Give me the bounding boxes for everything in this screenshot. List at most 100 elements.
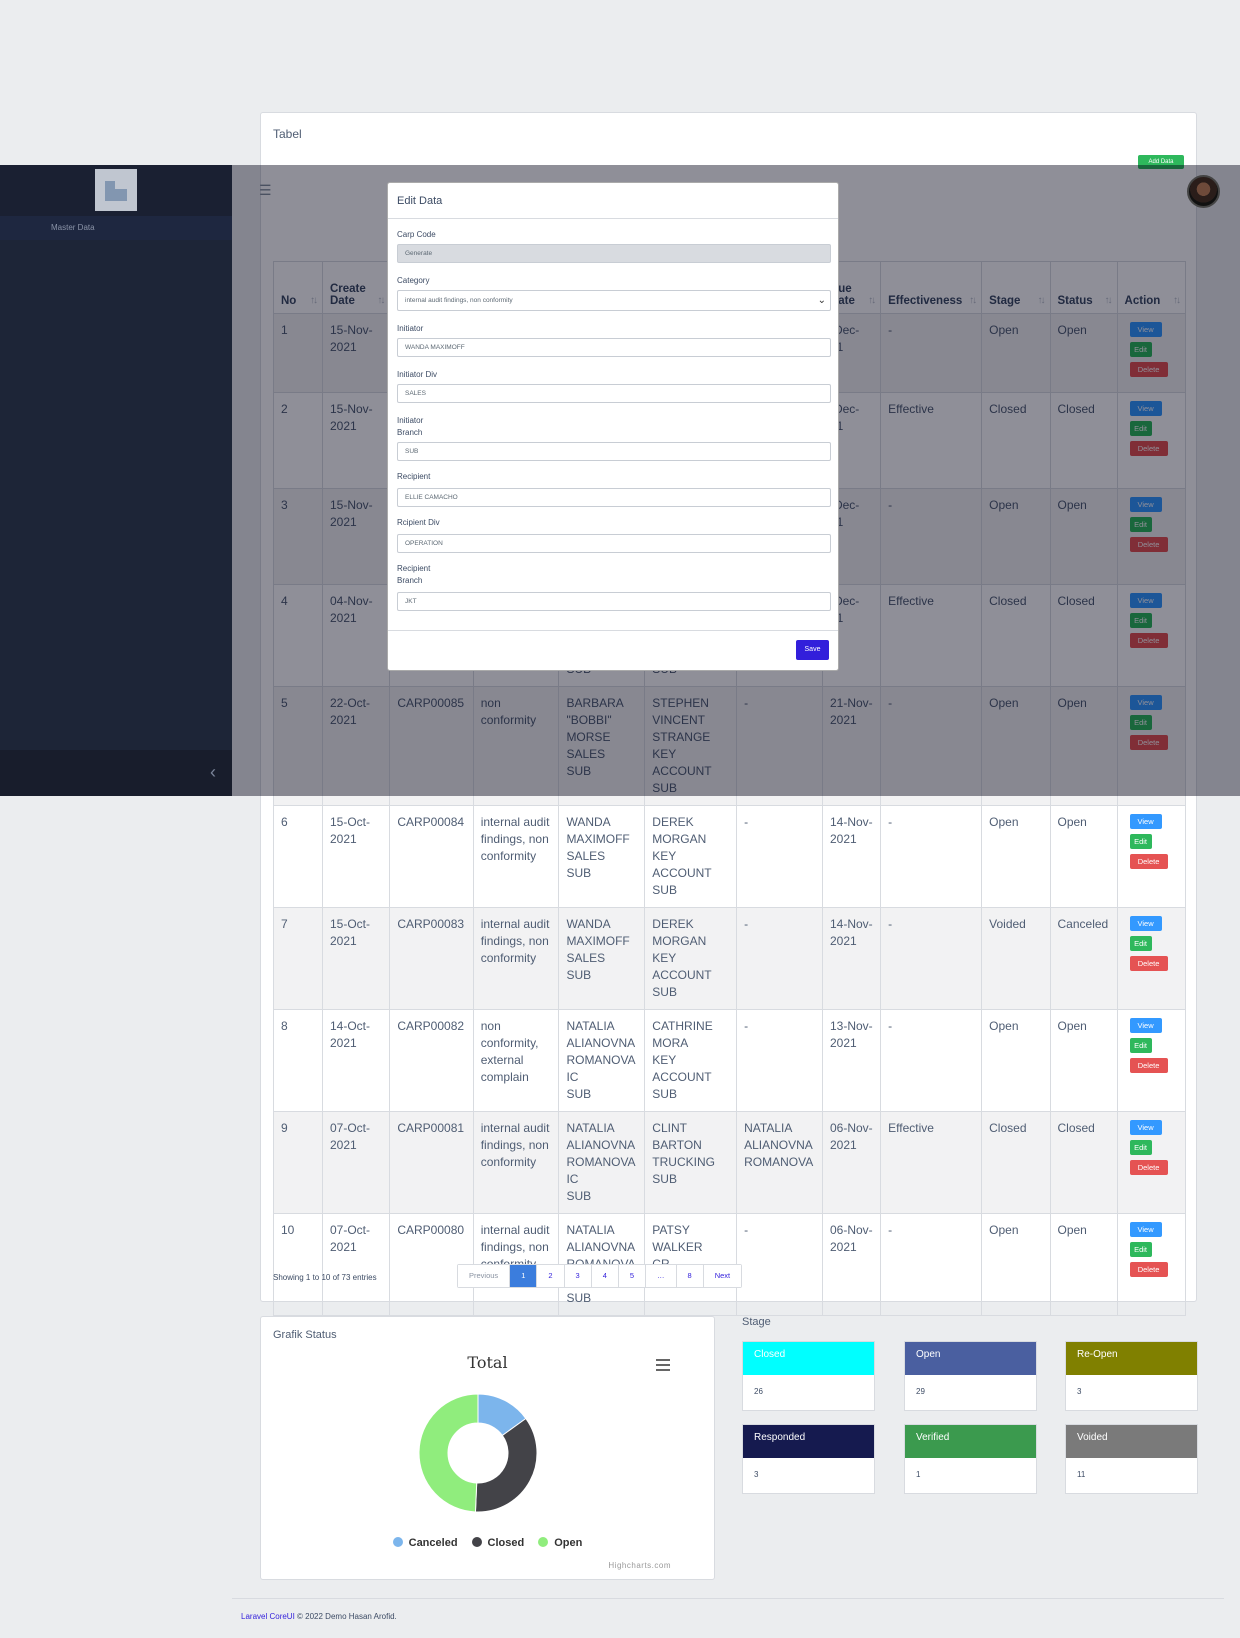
cell-eff: - — [880, 1009, 983, 1112]
view-button[interactable]: View — [1129, 1120, 1162, 1135]
sidebar-item-master-data[interactable]: Master Data — [0, 216, 232, 240]
view-button[interactable]: View — [1129, 814, 1162, 829]
cell-status: Open — [1049, 1009, 1118, 1112]
recipient-field[interactable]: ELLIE CAMACHO — [397, 488, 831, 507]
stage-box-label: Voided — [1066, 1425, 1197, 1458]
page-link[interactable]: 1 — [510, 1265, 538, 1287]
cell-recipient: DEREK MORGAN KEY ACCOUNT SUB — [644, 805, 738, 908]
cell-stage: Closed — [981, 1111, 1051, 1214]
field-label: Initiator — [397, 324, 424, 333]
cell-category: non conformity, external complain — [472, 1009, 560, 1112]
edit-button[interactable]: Edit — [1129, 936, 1152, 951]
chart-legend: Canceled Closed Open — [261, 1537, 714, 1549]
field-value: JKT — [405, 598, 417, 605]
field-label: Recipient — [397, 472, 431, 481]
cell-due: 06-Nov- 2021 — [821, 1213, 882, 1316]
sidebar-minimizer[interactable]: ‹ — [0, 750, 232, 796]
modal-title: Edit Data — [388, 183, 838, 219]
save-button[interactable]: Save — [796, 640, 829, 660]
delete-button[interactable]: Delete — [1129, 956, 1168, 971]
cell-code: CARP00084 — [389, 805, 474, 908]
legend-item[interactable]: Closed — [471, 1537, 524, 1549]
cell-stage: Open — [981, 1009, 1051, 1112]
view-button[interactable]: View — [1129, 1222, 1162, 1237]
menu-toggle-icon[interactable]: ☰ — [259, 182, 272, 199]
field-label: Initiator Div — [397, 370, 438, 379]
row-actions: View Edit Delete — [1125, 1120, 1177, 1175]
row-actions: View Edit Delete — [1125, 1222, 1177, 1277]
edit-button[interactable]: Edit — [1129, 1038, 1152, 1053]
delete-button[interactable]: Delete — [1129, 1262, 1168, 1277]
page-link[interactable]: … — [646, 1265, 677, 1287]
page-link[interactable]: Previous — [458, 1265, 511, 1287]
cell-actions: View Edit Delete — [1116, 1111, 1187, 1214]
edit-button[interactable]: Edit — [1129, 1242, 1152, 1257]
page-link[interactable]: 2 — [537, 1265, 565, 1287]
page-link[interactable]: 8 — [676, 1265, 704, 1287]
delete-button[interactable]: Delete — [1129, 854, 1168, 869]
cell-date: 07-Oct- 2021 — [321, 1213, 391, 1316]
delete-button[interactable]: Delete — [1129, 1058, 1168, 1073]
page-link[interactable]: Next — [703, 1265, 742, 1287]
initiator-div-field[interactable]: SALES — [397, 384, 831, 403]
stage-box-re-open: Re-Open 3 — [1065, 1341, 1198, 1411]
footer-link[interactable]: Laravel CoreUI — [241, 1612, 295, 1621]
avatar[interactable] — [1187, 175, 1220, 208]
page-link[interactable]: 4 — [591, 1265, 619, 1287]
category-field[interactable]: internal audit findings, non conformity ⌄ — [397, 290, 831, 311]
stage-box-value: 11 — [1077, 1470, 1086, 1479]
slice-open[interactable] — [418, 1393, 479, 1513]
cell-status: Canceled — [1049, 907, 1118, 1010]
cell-category: internal audit findings, non conformity — [472, 805, 560, 908]
page-link[interactable]: 5 — [618, 1265, 647, 1287]
stage-box-value: 3 — [1077, 1387, 1082, 1396]
cell-recipient: DEREK MORGAN KEY ACCOUNT SUB — [644, 907, 738, 1010]
delete-button[interactable]: Delete — [1129, 1160, 1168, 1175]
legend-item[interactable]: Canceled — [392, 1537, 458, 1549]
view-button[interactable]: View — [1129, 916, 1162, 931]
legend-dot-icon — [538, 1537, 549, 1547]
slice-closed[interactable] — [474, 1417, 538, 1513]
view-button[interactable]: View — [1129, 1018, 1162, 1033]
cell-initiator: WANDA MAXIMOFF SALES SUB — [558, 805, 646, 908]
initiator-branch-field[interactable]: SUB — [397, 442, 831, 461]
table-row: 9 07-Oct- 2021 CARP00081 internal audit fin… — [273, 1111, 1187, 1214]
footer: Laravel CoreUI © 2022 Demo Hasan Arofid. — [241, 1612, 397, 1621]
sidebar: Master Data ‹ — [0, 165, 232, 796]
cell-eff: Effective — [880, 1111, 983, 1214]
field-value: Generate — [405, 250, 433, 257]
initiator-field[interactable]: WANDA MAXIMOFF — [397, 338, 831, 357]
cell-code: CARP00082 — [389, 1009, 474, 1112]
cell-eff: - — [880, 1213, 983, 1316]
stage-box-voided: Voided 11 — [1065, 1424, 1198, 1494]
rcipient-div-field[interactable]: OPERATION — [397, 534, 831, 553]
stage-box-value: 29 — [916, 1387, 925, 1396]
cell-eff: - — [880, 907, 983, 1010]
legend-dot-icon — [392, 1537, 403, 1547]
edit-button[interactable]: Edit — [1129, 834, 1152, 849]
cell-date: 07-Oct- 2021 — [321, 1111, 391, 1214]
stage-box-verified: Verified 1 — [904, 1424, 1037, 1494]
page-link[interactable]: 3 — [564, 1265, 592, 1287]
edit-button[interactable]: Edit — [1129, 1140, 1152, 1155]
cell-actions: View Edit Delete — [1116, 1213, 1187, 1316]
chart-credits[interactable]: Highcharts.com — [608, 1561, 671, 1570]
sidebar-brand[interactable] — [0, 165, 232, 216]
cell-no: 8 — [273, 1009, 323, 1112]
cell-code: CARP00081 — [389, 1111, 474, 1214]
legend-item[interactable]: Open — [538, 1537, 582, 1549]
legend-label: Canceled — [408, 1537, 458, 1549]
cell-recipient: CLINT BARTON TRUCKING SUB — [644, 1111, 738, 1214]
field-value: WANDA MAXIMOFF — [405, 344, 465, 351]
stage-box-label: Closed — [743, 1342, 874, 1375]
stage-box-label: Re-Open — [1066, 1342, 1197, 1375]
cell-initiator: NATALIA ALIANOVNA ROMANOVA IC SUB — [558, 1009, 646, 1112]
table-row: 8 14-Oct- 2021 CARP00082 non conformity, ex… — [273, 1009, 1187, 1112]
cell-due: 06-Nov- 2021 — [821, 1111, 882, 1214]
stage-box-value: 3 — [754, 1470, 759, 1479]
recipient-branch-field[interactable]: JKT — [397, 592, 831, 611]
cell-initiator: WANDA MAXIMOFF SALES SUB — [558, 907, 646, 1010]
field-label: Carp Code — [397, 230, 436, 239]
cell-date: 15-Oct- 2021 — [321, 805, 391, 908]
cell-category: internal audit findings, non conformity — [472, 1111, 560, 1214]
